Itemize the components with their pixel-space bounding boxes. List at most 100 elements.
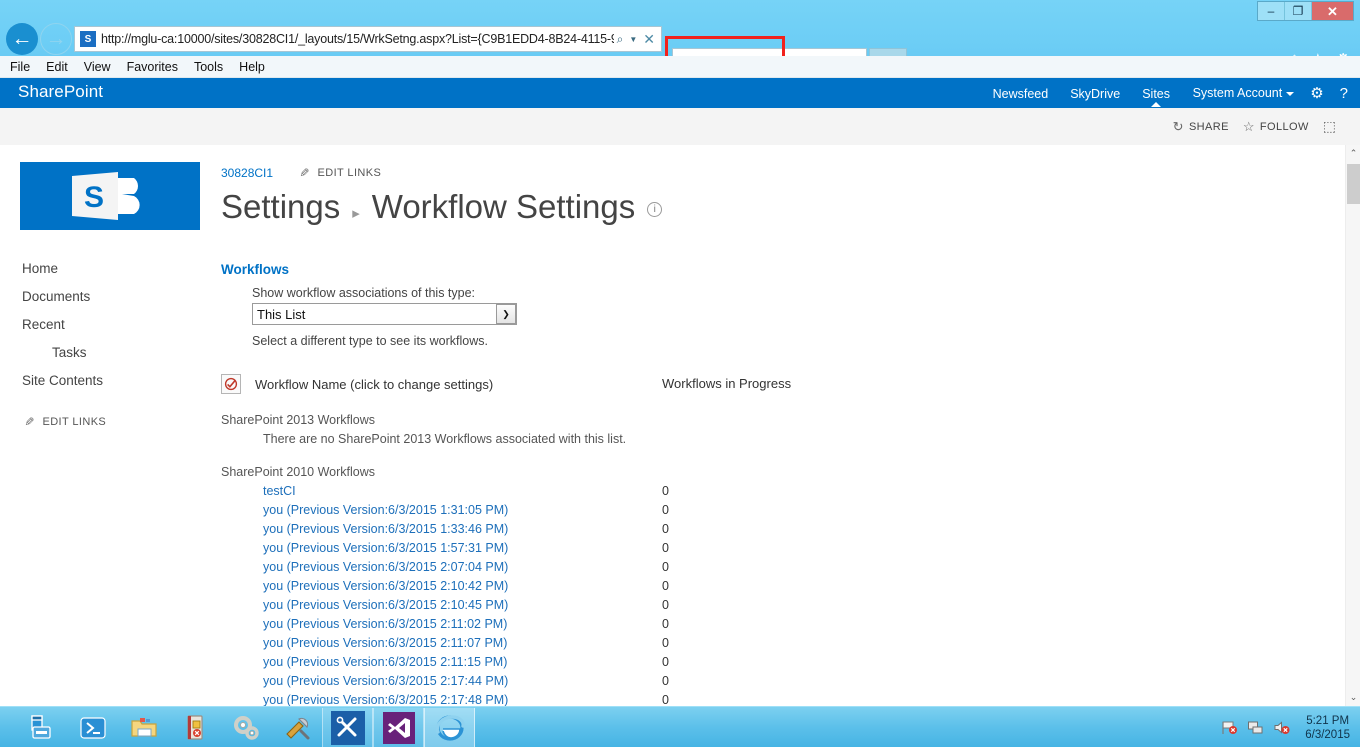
suite-bar-right: System Account ⚙ ? xyxy=(1193,84,1348,102)
sidebar-item-home[interactable]: Home xyxy=(20,255,210,283)
page-title-settings[interactable]: Settings xyxy=(221,186,340,228)
back-button[interactable]: ← xyxy=(6,23,38,55)
suite-link-sites[interactable]: Sites xyxy=(1142,87,1170,101)
workflow-link[interactable]: you (Previous Version:6/3/2015 1:57:31 P… xyxy=(263,541,662,555)
sidebar-edit-links-button[interactable]: ✎ EDIT LINKS xyxy=(20,415,210,429)
sharepoint-brand-label[interactable]: SharePoint xyxy=(18,82,103,102)
workflow-progress-count: 0 xyxy=(662,579,669,593)
page-scrollbar[interactable]: ⌃ ⌄ xyxy=(1345,145,1360,706)
address-dropdown-icon[interactable]: ▼ xyxy=(626,35,640,44)
workflow-link[interactable]: you (Previous Version:6/3/2015 2:17:48 P… xyxy=(263,693,662,706)
workflow-check-icon xyxy=(221,374,241,394)
taskbar: 5:21 PM 6/3/2015 xyxy=(0,706,1360,747)
table-row: you (Previous Version:6/3/2015 2:10:45 P… xyxy=(221,598,1345,612)
left-navigation: Home Documents Recent Tasks Site Content… xyxy=(20,255,210,429)
workflow-group-empty-note-2013: There are no SharePoint 2013 Workflows a… xyxy=(263,432,1345,446)
network-connection-icon[interactable] xyxy=(1247,719,1264,736)
menu-tools[interactable]: Tools xyxy=(194,60,223,74)
suite-link-skydrive[interactable]: SkyDrive xyxy=(1070,87,1120,101)
workflow-name-column-header: Workflow Name (click to change settings) xyxy=(255,377,493,392)
page-edit-links-button[interactable]: ✎ EDIT LINKS xyxy=(299,166,381,180)
workflow-progress-count: 0 xyxy=(662,617,669,631)
workflow-link[interactable]: you (Previous Version:6/3/2015 1:33:46 P… xyxy=(263,522,662,536)
site-favicon-icon: S xyxy=(80,31,96,47)
system-tray: 5:21 PM 6/3/2015 xyxy=(1221,707,1350,748)
sidebar-item-site-contents[interactable]: Site Contents xyxy=(20,367,210,395)
network-alert-icon[interactable] xyxy=(1221,719,1238,736)
follow-button[interactable]: ☆ FOLLOW xyxy=(1243,119,1309,135)
workflow-progress-count: 0 xyxy=(662,636,669,650)
table-row: you (Previous Version:6/3/2015 1:31:05 P… xyxy=(221,503,1345,517)
account-menu[interactable]: System Account xyxy=(1193,86,1295,100)
stop-loading-icon[interactable]: ✕ xyxy=(640,31,659,48)
table-row: you (Previous Version:6/3/2015 2:17:48 P… xyxy=(221,693,1345,706)
sidebar-item-recent[interactable]: Recent xyxy=(20,311,210,339)
sidebar-item-tasks[interactable]: Tasks xyxy=(20,339,210,367)
close-button[interactable]: ✕ xyxy=(1312,2,1353,20)
workflow-link[interactable]: you (Previous Version:6/3/2015 2:07:04 P… xyxy=(263,560,662,574)
table-row: you (Previous Version:6/3/2015 2:11:07 P… xyxy=(221,636,1345,650)
workflow-progress-count: 0 xyxy=(662,598,669,612)
svg-text:S: S xyxy=(84,181,104,214)
focus-on-content-icon[interactable]: ⬚ xyxy=(1323,118,1336,135)
workflow-link[interactable]: you (Previous Version:6/3/2015 1:31:05 P… xyxy=(263,503,662,517)
page-edit-links-label: EDIT LINKS xyxy=(318,167,382,179)
help-question-icon[interactable]: ? xyxy=(1340,85,1348,102)
minimize-button[interactable]: – xyxy=(1258,2,1285,20)
scrollbar-down-arrow-icon[interactable]: ⌄ xyxy=(1346,689,1360,706)
scrollbar-up-arrow-icon[interactable]: ⌃ xyxy=(1346,145,1360,162)
association-type-select[interactable]: This List xyxy=(252,303,517,325)
workflow-link[interactable]: you (Previous Version:6/3/2015 2:11:15 P… xyxy=(263,655,662,669)
taskbar-server-manager-icon[interactable] xyxy=(16,708,67,747)
volume-muted-icon[interactable] xyxy=(1273,719,1290,736)
workflow-progress-count: 0 xyxy=(662,522,669,536)
workflow-progress-count: 0 xyxy=(662,541,669,555)
share-icon: ↻ xyxy=(1173,119,1184,135)
menu-edit[interactable]: Edit xyxy=(46,60,68,74)
workflow-link[interactable]: testCI xyxy=(263,484,662,498)
taskbar-powershell-icon[interactable] xyxy=(67,708,118,747)
taskbar-iis-manager-icon[interactable] xyxy=(169,708,220,747)
taskbar-clock[interactable]: 5:21 PM 6/3/2015 xyxy=(1305,714,1350,742)
taskbar-services-icon[interactable] xyxy=(220,708,271,747)
address-bar[interactable]: S http://mglu-ca:10000/sites/30828CI1/_l… xyxy=(74,26,662,52)
taskbar-visual-studio-icon[interactable] xyxy=(373,708,424,747)
suite-link-newsfeed[interactable]: Newsfeed xyxy=(993,87,1049,101)
workflow-link[interactable]: you (Previous Version:6/3/2015 2:17:44 P… xyxy=(263,674,662,688)
workflow-link[interactable]: you (Previous Version:6/3/2015 2:10:42 P… xyxy=(263,579,662,593)
workflow-association-block: Show workflow associations of this type:… xyxy=(252,286,1345,348)
workflow-link[interactable]: you (Previous Version:6/3/2015 2:11:07 P… xyxy=(263,636,662,650)
forward-button[interactable]: → xyxy=(40,23,72,55)
taskbar-file-explorer-icon[interactable] xyxy=(118,708,169,747)
settings-gear-icon[interactable]: ⚙ xyxy=(1310,84,1323,102)
workflow-progress-count: 0 xyxy=(662,693,669,706)
taskbar-internet-explorer-icon[interactable] xyxy=(424,708,475,747)
follow-label: FOLLOW xyxy=(1260,121,1309,133)
menu-help[interactable]: Help xyxy=(239,60,265,74)
browser-navigation-row: ← → S http://mglu-ca:10000/sites/30828CI… xyxy=(0,22,1360,56)
workflow-link[interactable]: you (Previous Version:6/3/2015 2:10:45 P… xyxy=(263,598,662,612)
taskbar-admin-tools-icon[interactable] xyxy=(271,708,322,747)
address-search-icon[interactable]: ⌕ xyxy=(614,32,627,47)
share-button[interactable]: ↻ SHARE xyxy=(1173,119,1229,135)
taskbar-sharepoint-management-shell-icon[interactable] xyxy=(322,708,373,747)
site-logo[interactable]: S xyxy=(20,162,200,230)
breadcrumb-site-link[interactable]: 30828CI1 xyxy=(221,166,273,180)
workflow-group-label-2013: SharePoint 2013 Workflows xyxy=(221,413,1345,427)
menu-favorites[interactable]: Favorites xyxy=(127,60,178,74)
menu-file[interactable]: File xyxy=(10,60,30,74)
account-name-label: System Account xyxy=(1193,86,1283,100)
restore-button[interactable]: ❐ xyxy=(1285,2,1312,20)
workflow-progress-count: 0 xyxy=(662,674,669,688)
workflow-link[interactable]: you (Previous Version:6/3/2015 2:11:02 P… xyxy=(263,617,662,631)
url-text[interactable]: http://mglu-ca:10000/sites/30828CI1/_lay… xyxy=(101,32,614,46)
menu-view[interactable]: View xyxy=(84,60,111,74)
sidebar-item-documents[interactable]: Documents xyxy=(20,283,210,311)
page-title-workflow-settings: Workflow Settings xyxy=(372,186,635,228)
scrollbar-thumb[interactable] xyxy=(1347,164,1360,204)
table-row: you (Previous Version:6/3/2015 1:33:46 P… xyxy=(221,522,1345,536)
workflow-progress-count: 0 xyxy=(662,560,669,574)
clock-time: 5:21 PM xyxy=(1305,714,1350,728)
info-icon[interactable]: i xyxy=(647,202,662,217)
table-row: you (Previous Version:6/3/2015 2:11:02 P… xyxy=(221,617,1345,631)
